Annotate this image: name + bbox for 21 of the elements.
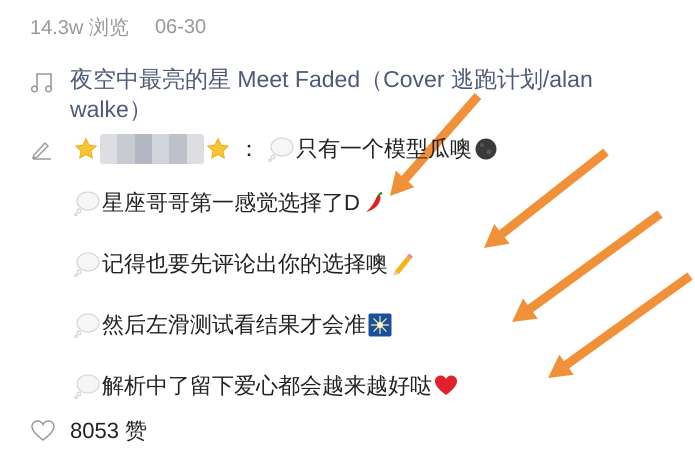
view-count: 14.3w 浏览 — [30, 16, 129, 40]
heart-icon — [434, 374, 458, 398]
thought-bubble-icon — [74, 312, 100, 338]
like-heart-icon[interactable] — [30, 419, 56, 443]
pencil-icon — [390, 252, 414, 276]
separator-colon: ： — [238, 135, 260, 163]
comment-line: 星座哥哥第一感觉选择了D — [102, 188, 360, 216]
thought-bubble-icon — [74, 372, 100, 398]
post-date: 06-30 — [154, 16, 206, 38]
comment-line: 解析中了留下爱心都会越来越好哒 — [102, 372, 432, 400]
dark-moon-icon — [474, 137, 498, 161]
thought-bubble-icon — [74, 190, 100, 216]
comment-line: 记得也要先评论出你的选择噢 — [102, 250, 388, 278]
sparkler-icon — [368, 312, 392, 336]
thought-bubble-icon — [74, 250, 100, 276]
star-icon — [74, 137, 98, 161]
song-title[interactable]: 夜空中最亮的星 Meet Faded（Cover 逃跑计划/alan walke） — [70, 64, 670, 124]
like-count: 8053 赞 — [70, 417, 148, 445]
comment-line: 然后左滑测试看结果才会准 — [102, 310, 366, 338]
thought-bubble-icon — [268, 136, 294, 162]
star-icon — [206, 137, 230, 161]
